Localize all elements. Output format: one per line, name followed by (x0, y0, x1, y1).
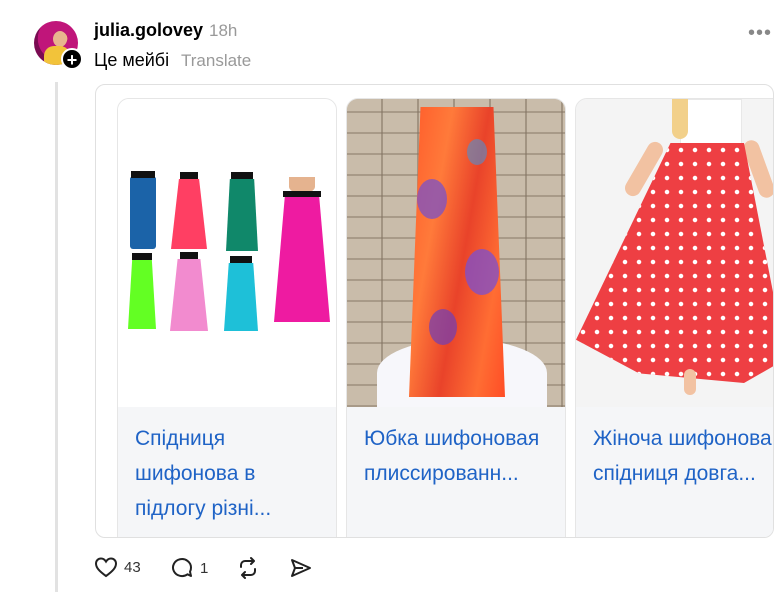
repost-icon (240, 557, 256, 579)
avatar-face (53, 31, 67, 47)
product-card[interactable]: Юбка шифоновая плиссированн... (346, 98, 566, 537)
product-card[interactable]: Жіноча шифонова спідниця довга... (575, 98, 773, 537)
like-button[interactable]: 43 (94, 556, 141, 578)
product-title[interactable]: Спідниця шифонова в підлогу різні... (135, 421, 326, 526)
more-dots-icon[interactable]: ••• (748, 22, 772, 45)
product-title[interactable]: Юбка шифоновая плиссированн... (364, 421, 555, 491)
product-image[interactable] (576, 99, 773, 407)
like-count: 43 (124, 558, 141, 576)
link-preview-carousel[interactable]: Спідниця шифонова в підлогу різні... Юбк… (95, 84, 774, 538)
username[interactable]: julia.golovey (94, 20, 203, 41)
product-card[interactable]: Спідниця шифонова в підлогу різні... (117, 98, 337, 537)
follow-plus-icon[interactable]: + (61, 48, 83, 70)
translate-link[interactable]: Translate (181, 51, 251, 71)
repost-button[interactable] (236, 556, 260, 580)
thread-line (55, 82, 58, 592)
product-title[interactable]: Жіноча шифонова спідниця довга... (593, 421, 773, 491)
share-button[interactable] (289, 556, 313, 580)
comment-icon (172, 558, 192, 578)
send-icon (291, 559, 311, 577)
product-image[interactable] (118, 99, 336, 407)
post-time: 18h (209, 21, 238, 40)
post-text: Це мейбі (94, 50, 170, 70)
heart-icon (94, 557, 118, 578)
product-image[interactable] (347, 99, 565, 407)
comment-count: 1 (200, 559, 209, 577)
comment-button[interactable]: 1 (170, 556, 208, 580)
